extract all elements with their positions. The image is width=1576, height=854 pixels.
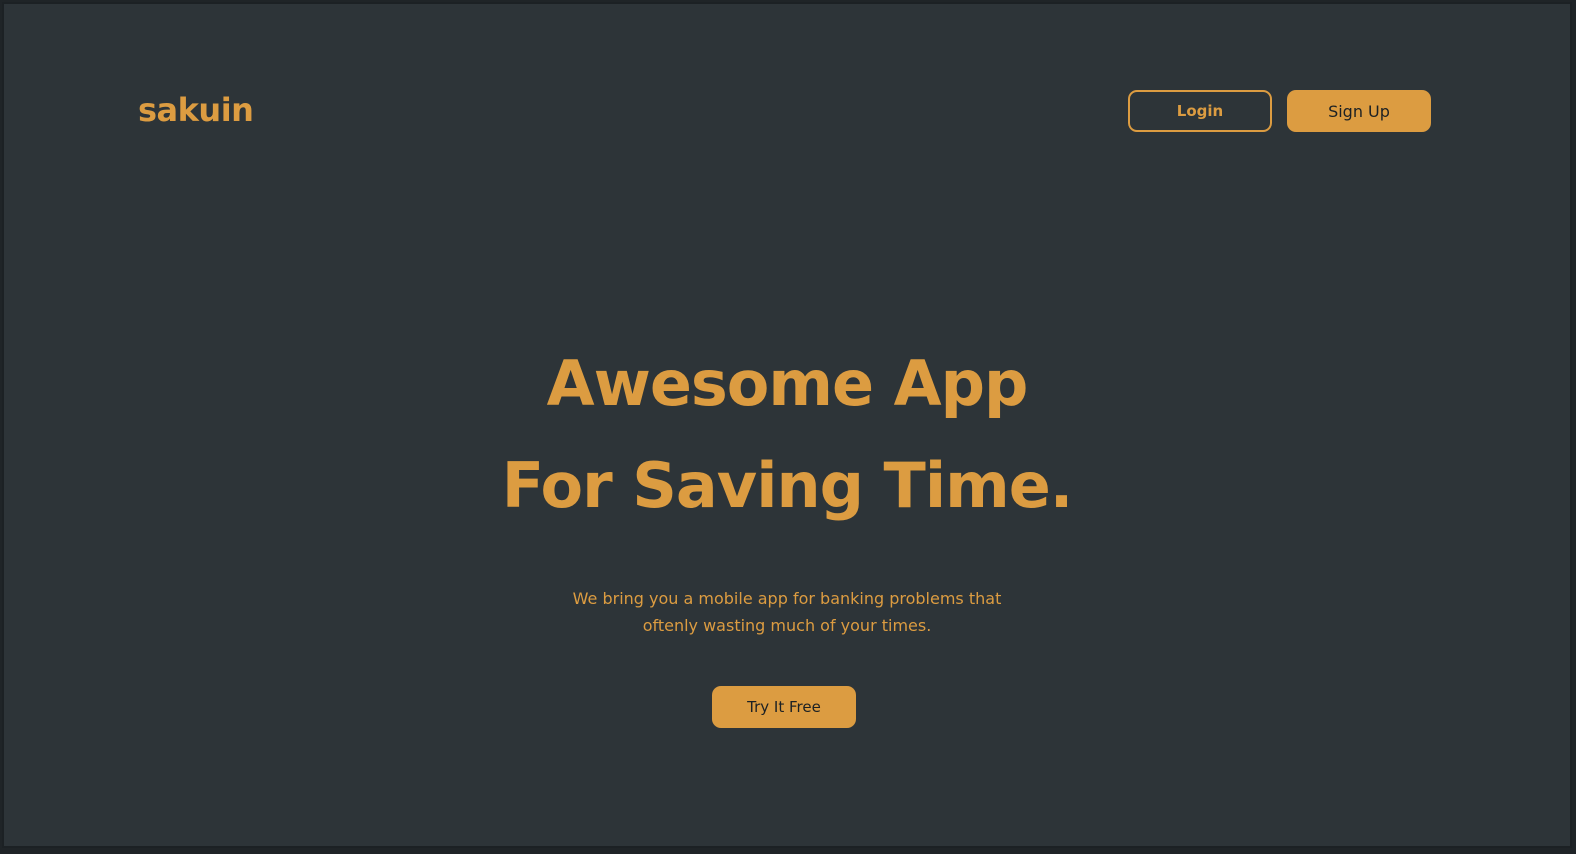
hero-title-line-1: Awesome App	[546, 347, 1029, 420]
brand-logo[interactable]: sakuin	[138, 90, 254, 130]
signup-button[interactable]: Sign Up	[1287, 90, 1431, 132]
hero-title-line-2: For Saving Time.	[501, 449, 1074, 522]
login-button[interactable]: Login	[1128, 90, 1272, 132]
hero-subtitle-line-2: oftenly wasting much of your times.	[642, 616, 932, 635]
page-frame: sakuin Login Sign Up Awesome App For Sav…	[2, 2, 1572, 848]
hero-subtitle-line-1: We bring you a mobile app for banking pr…	[572, 589, 1002, 608]
try-it-free-button[interactable]: Try It Free	[712, 686, 856, 728]
hero-subtitle: We bring you a mobile app for banking pr…	[4, 585, 1570, 639]
